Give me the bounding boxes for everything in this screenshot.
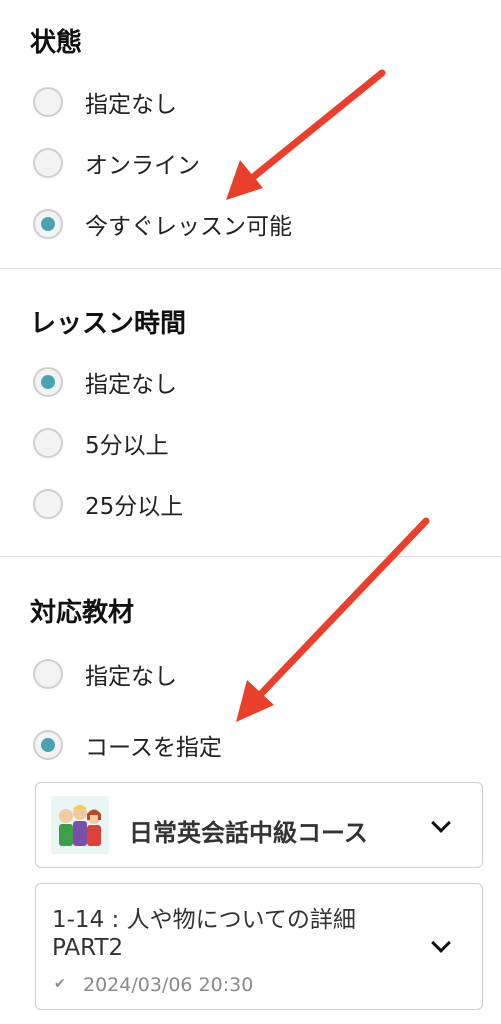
check-icon: ✔ xyxy=(54,976,66,992)
section-divider xyxy=(0,268,501,269)
status-heading: 状態 xyxy=(30,28,83,58)
option-label: 25分以上 xyxy=(85,494,184,520)
section-divider xyxy=(0,556,501,557)
materials-option-none[interactable]: 指定なし xyxy=(33,651,177,697)
lesson-title-line1: 1-14 : 人や物についての詳細 xyxy=(52,907,356,933)
course-thumbnail xyxy=(51,796,109,854)
option-label: 指定なし xyxy=(85,92,177,118)
radio-checked[interactable] xyxy=(33,730,63,760)
lesson-time-option-5min[interactable]: 5分以上 xyxy=(33,420,169,466)
radio-checked[interactable] xyxy=(33,367,63,397)
status-option-none[interactable]: 指定なし xyxy=(33,79,177,125)
status-option-online[interactable]: オンライン xyxy=(33,140,200,186)
option-label: 5分以上 xyxy=(85,433,169,459)
arrow-annotation-2 xyxy=(236,517,430,722)
materials-heading: 対応教材 xyxy=(30,598,135,628)
arrow-annotation-1 xyxy=(226,69,386,200)
option-label: 今すぐレッスン可能 xyxy=(85,214,292,240)
radio-unchecked[interactable] xyxy=(33,87,63,117)
lesson-select[interactable]: 1-14 : 人や物についての詳細 PART2 ✔ 2024/03/06 20:… xyxy=(35,883,483,1010)
option-label: オンライン xyxy=(85,153,200,179)
chevron-down-icon xyxy=(431,933,451,953)
lesson-time-heading: レッスン時間 xyxy=(30,309,187,339)
option-label: コースを指定 xyxy=(85,735,222,761)
lesson-date: 2024/03/06 20:30 xyxy=(83,974,254,996)
radio-checked[interactable] xyxy=(33,209,63,239)
radio-unchecked[interactable] xyxy=(33,428,63,458)
status-option-available-now[interactable]: 今すぐレッスン可能 xyxy=(33,201,292,247)
radio-unchecked[interactable] xyxy=(33,489,63,519)
radio-unchecked[interactable] xyxy=(33,659,63,689)
radio-unchecked[interactable] xyxy=(33,148,63,178)
lesson-title-line2: PART2 xyxy=(52,935,124,961)
lesson-time-option-none[interactable]: 指定なし xyxy=(33,359,177,405)
materials-option-course[interactable]: コースを指定 xyxy=(33,722,222,768)
course-select-label: 日常英会話中級コース xyxy=(129,819,368,847)
option-label: 指定なし xyxy=(85,372,177,398)
lesson-time-option-25min[interactable]: 25分以上 xyxy=(33,481,183,527)
chevron-down-icon xyxy=(431,813,451,833)
option-label: 指定なし xyxy=(85,664,177,690)
course-select[interactable]: 日常英会話中級コース xyxy=(35,782,483,868)
